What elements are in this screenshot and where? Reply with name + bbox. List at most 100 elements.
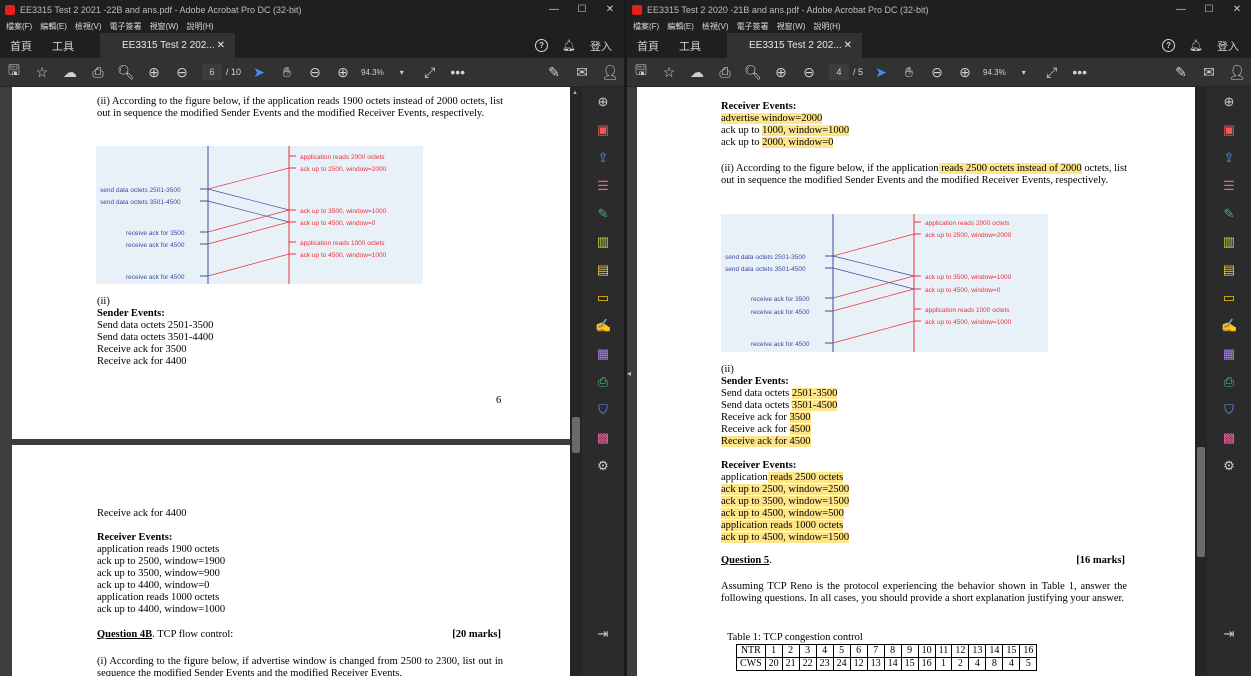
bookmark-star-icon[interactable]: ☆ xyxy=(655,64,683,81)
shield-icon[interactable]: ⛉ xyxy=(595,401,611,419)
zoom-level[interactable]: 94.3% xyxy=(983,68,1006,77)
search-icon[interactable]: 🔍︎ xyxy=(112,64,140,81)
page-fit-icon[interactable]: ⤢ xyxy=(416,64,444,81)
collapse-panel-icon[interactable]: ⇥ xyxy=(1221,625,1237,643)
export-pdf-icon[interactable]: ⇪ xyxy=(1221,149,1237,167)
organize-pages-icon[interactable]: ☰ xyxy=(1221,177,1237,195)
zoom-out-icon[interactable]: ⊖ xyxy=(301,64,329,81)
menu-help[interactable]: 說明(H) xyxy=(813,21,840,32)
menu-edit[interactable]: 編輯(E) xyxy=(667,21,694,32)
tab-tools[interactable]: 工具 xyxy=(669,38,711,54)
zoom-in-icon[interactable]: ⊕ xyxy=(329,64,357,81)
minimize-button[interactable]: — xyxy=(540,4,568,15)
protect-doc-icon[interactable]: ▤ xyxy=(595,261,611,279)
prev-page-icon[interactable]: ⊕ xyxy=(767,64,795,81)
export-pdf-icon[interactable]: ⇪ xyxy=(595,149,611,167)
menu-window[interactable]: 視窗(W) xyxy=(777,21,806,32)
search-icon[interactable]: 🔍︎ xyxy=(739,64,767,81)
menu-window[interactable]: 視窗(W) xyxy=(150,21,179,32)
create-pdf-icon[interactable]: ▣ xyxy=(1221,121,1237,139)
menu-view[interactable]: 檢視(V) xyxy=(75,21,102,32)
tab-document[interactable]: EE3315 Test 2 202... ✕ xyxy=(727,33,862,58)
page-number-input[interactable]: 6 xyxy=(202,64,222,80)
menu-esign[interactable]: 電子簽署 xyxy=(737,21,769,32)
document-view[interactable]: (ii) According to the figure below, if t… xyxy=(0,87,582,676)
hand-tool-icon[interactable]: ✋︎ xyxy=(895,64,923,81)
print-icon[interactable]: ⎙ xyxy=(84,64,112,81)
create-pdf-icon[interactable]: ▣ xyxy=(595,121,611,139)
save-icon[interactable]: 🖫 xyxy=(0,60,28,84)
collapse-panel-icon[interactable]: ⇥ xyxy=(595,625,611,643)
hand-tool-icon[interactable]: ✋︎ xyxy=(273,64,301,81)
tab-home[interactable]: 首頁 xyxy=(627,38,669,54)
close-button[interactable]: ✕ xyxy=(1223,4,1251,15)
stamp-icon[interactable]: ▩ xyxy=(595,429,611,447)
menu-esign[interactable]: 電子簽署 xyxy=(110,21,142,32)
help-icon[interactable]: ? xyxy=(535,39,549,52)
scan-icon[interactable]: ⎙ xyxy=(1221,373,1237,391)
select-cursor-icon[interactable]: ➤ xyxy=(867,64,895,81)
zoom-search-icon[interactable]: ⊕ xyxy=(1221,93,1237,111)
share-user-icon[interactable]: 👤︎ xyxy=(596,64,624,81)
page-number-input[interactable]: 4 xyxy=(829,64,849,80)
menu-edit[interactable]: 編輯(E) xyxy=(40,21,67,32)
scrollbar-thumb[interactable] xyxy=(1197,447,1205,557)
scrollbar-thumb[interactable] xyxy=(572,417,580,453)
menu-file[interactable]: 檔案(F) xyxy=(6,21,32,32)
close-button[interactable]: ✕ xyxy=(596,4,624,15)
minimize-button[interactable]: — xyxy=(1167,4,1195,15)
shield-icon[interactable]: ⛉ xyxy=(1221,401,1237,419)
vertical-scrollbar[interactable]: ▲ xyxy=(570,87,582,676)
compress-icon[interactable]: ▥ xyxy=(595,233,611,251)
comment-icon[interactable]: ▭ xyxy=(595,289,611,307)
sign-pen-icon[interactable]: ✎ xyxy=(540,64,568,81)
upload-cloud-icon[interactable]: ☁ xyxy=(56,64,84,81)
login-button[interactable]: 登入 xyxy=(1217,38,1239,54)
menu-help[interactable]: 說明(H) xyxy=(186,21,213,32)
page-fit-icon[interactable]: ⤢ xyxy=(1038,64,1066,81)
next-page-icon[interactable]: ⊖ xyxy=(795,64,823,81)
zoom-search-icon[interactable]: ⊕ xyxy=(595,93,611,111)
chevron-down-icon[interactable]: ▾ xyxy=(1010,68,1038,77)
send-review-icon[interactable]: ▦ xyxy=(595,345,611,363)
zoom-in-icon[interactable]: ⊕ xyxy=(951,64,979,81)
edit-pdf-icon[interactable]: ✎ xyxy=(595,205,611,223)
vertical-scrollbar[interactable] xyxy=(1195,87,1207,676)
tab-home[interactable]: 首頁 xyxy=(0,38,42,54)
document-view[interactable]: ◂ Receiver Events: advertise window=2000… xyxy=(627,87,1195,676)
tab-document[interactable]: EE3315 Test 2 202... ✕ xyxy=(100,33,235,58)
share-user-icon[interactable]: 👤︎ xyxy=(1223,64,1251,81)
email-icon[interactable]: ✉ xyxy=(1195,64,1223,81)
chevron-down-icon[interactable]: ▾ xyxy=(388,68,416,77)
send-review-icon[interactable]: ▦ xyxy=(1221,345,1237,363)
login-button[interactable]: 登入 xyxy=(590,38,612,54)
zoom-level[interactable]: 94.3% xyxy=(361,68,384,77)
more-tools-icon[interactable]: ⚙ xyxy=(1221,457,1237,475)
fill-sign-icon[interactable]: ✍ xyxy=(595,317,611,335)
help-icon[interactable]: ? xyxy=(1162,39,1176,52)
bell-icon[interactable]: 🔔︎ xyxy=(562,39,576,52)
bell-icon[interactable]: 🔔︎ xyxy=(1189,39,1203,52)
prev-page-icon[interactable]: ⊕ xyxy=(140,64,168,81)
select-cursor-icon[interactable]: ➤ xyxy=(245,64,273,81)
protect-doc-icon[interactable]: ▤ xyxy=(1221,261,1237,279)
scan-icon[interactable]: ⎙ xyxy=(595,373,611,391)
organize-pages-icon[interactable]: ☰ xyxy=(595,177,611,195)
stamp-icon[interactable]: ▩ xyxy=(1221,429,1237,447)
more-icon[interactable]: ••• xyxy=(444,64,472,80)
more-icon[interactable]: ••• xyxy=(1066,64,1094,80)
save-icon[interactable]: 🖫 xyxy=(627,60,655,84)
upload-cloud-icon[interactable]: ☁ xyxy=(683,64,711,81)
bookmark-star-icon[interactable]: ☆ xyxy=(28,64,56,81)
close-tab-icon[interactable]: ✕ xyxy=(844,40,852,51)
comment-icon[interactable]: ▭ xyxy=(1221,289,1237,307)
next-page-icon[interactable]: ⊖ xyxy=(168,64,196,81)
menu-file[interactable]: 檔案(F) xyxy=(633,21,659,32)
close-tab-icon[interactable]: ✕ xyxy=(217,40,225,51)
edit-pdf-icon[interactable]: ✎ xyxy=(1221,205,1237,223)
more-tools-icon[interactable]: ⚙ xyxy=(595,457,611,475)
compress-icon[interactable]: ▥ xyxy=(1221,233,1237,251)
email-icon[interactable]: ✉ xyxy=(568,64,596,81)
fill-sign-icon[interactable]: ✍ xyxy=(1221,317,1237,335)
maximize-button[interactable]: ☐ xyxy=(1195,4,1223,15)
